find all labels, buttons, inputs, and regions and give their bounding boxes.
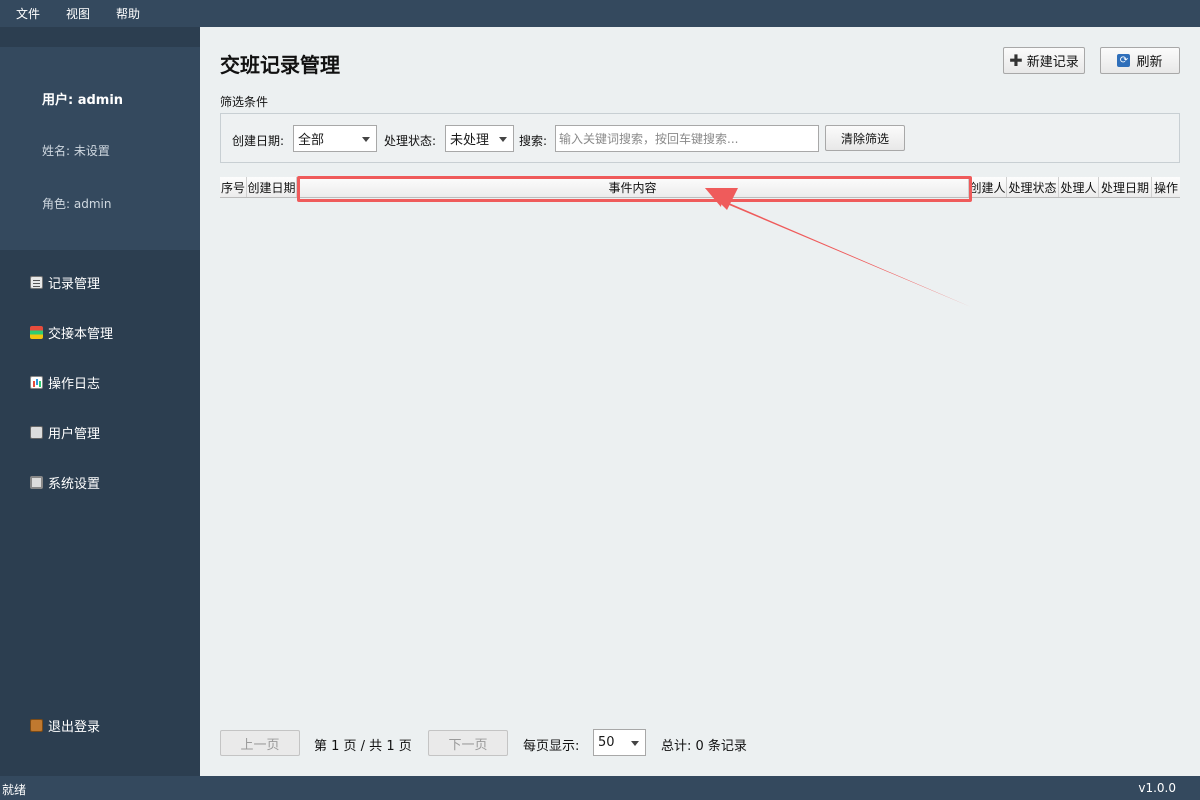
user-id-label: 用户: admin (42, 93, 124, 108)
per-page-label: 每页显示: (523, 739, 580, 754)
total-count: 总计: 0 条记录 (661, 739, 747, 754)
per-page-select[interactable]: 50 (593, 729, 646, 756)
sidebar-item-handover-books[interactable]: 交接本管理 (30, 323, 113, 342)
user-panel: 用户: admin 姓名: 未设置 角色: admin (0, 47, 200, 250)
sidebar-item-users[interactable]: 用户管理 (30, 423, 100, 442)
per-page-value: 50 (598, 735, 615, 750)
version-label: v1.0.0 (1138, 781, 1176, 795)
sidebar-item-label: 用户管理 (48, 427, 101, 442)
menu-help[interactable]: 帮助 (116, 5, 140, 22)
sidebar-item-settings[interactable]: 系统设置 (30, 473, 100, 492)
pagination-bar: 上一页 第 1 页 / 共 1 页 下一页 每页显示: 50 总计: 0 条记录 (200, 727, 1200, 757)
sidebar-item-label: 记录管理 (48, 277, 101, 292)
status-bar: 就绪 v1.0.0 (0, 776, 1200, 800)
prev-page-button[interactable]: 上一页 (220, 730, 300, 756)
main-content: 交班记录管理 ✚ 新建记录 ⟳ 刷新 筛选条件 创建日期: 全部 处理状态: 未… (200, 27, 1200, 776)
menu-file[interactable]: 文件 (16, 5, 40, 22)
gear-icon (30, 476, 43, 489)
user-role-label: 角色: admin (42, 197, 112, 211)
sidebar-item-label: 系统设置 (48, 477, 101, 492)
sidebar: 用户: admin 姓名: 未设置 角色: admin 记录管理 交接本管理 操… (0, 27, 200, 776)
next-page-button[interactable]: 下一页 (428, 730, 508, 756)
sidebar-item-operation-log[interactable]: 操作日志 (30, 373, 100, 392)
clipboard-icon (30, 276, 43, 289)
logout-label: 退出登录 (48, 720, 101, 735)
user-name-label: 姓名: 未设置 (42, 144, 110, 158)
chevron-down-icon (631, 741, 639, 746)
annotation-arrow (705, 188, 971, 307)
page-info: 第 1 页 / 共 1 页 (314, 739, 412, 754)
menu-bar: 文件 视图 帮助 (0, 0, 1200, 27)
books-icon (30, 326, 43, 339)
user-icon (30, 426, 43, 439)
menu-view[interactable]: 视图 (66, 5, 90, 22)
sidebar-item-label: 交接本管理 (48, 327, 114, 342)
status-text: 就绪 (2, 783, 27, 797)
logout-button[interactable]: 退出登录 (30, 716, 100, 735)
sidebar-item-records[interactable]: 记录管理 (30, 273, 100, 292)
door-icon (30, 719, 43, 732)
sidebar-item-label: 操作日志 (48, 377, 101, 392)
chart-icon (30, 376, 43, 389)
